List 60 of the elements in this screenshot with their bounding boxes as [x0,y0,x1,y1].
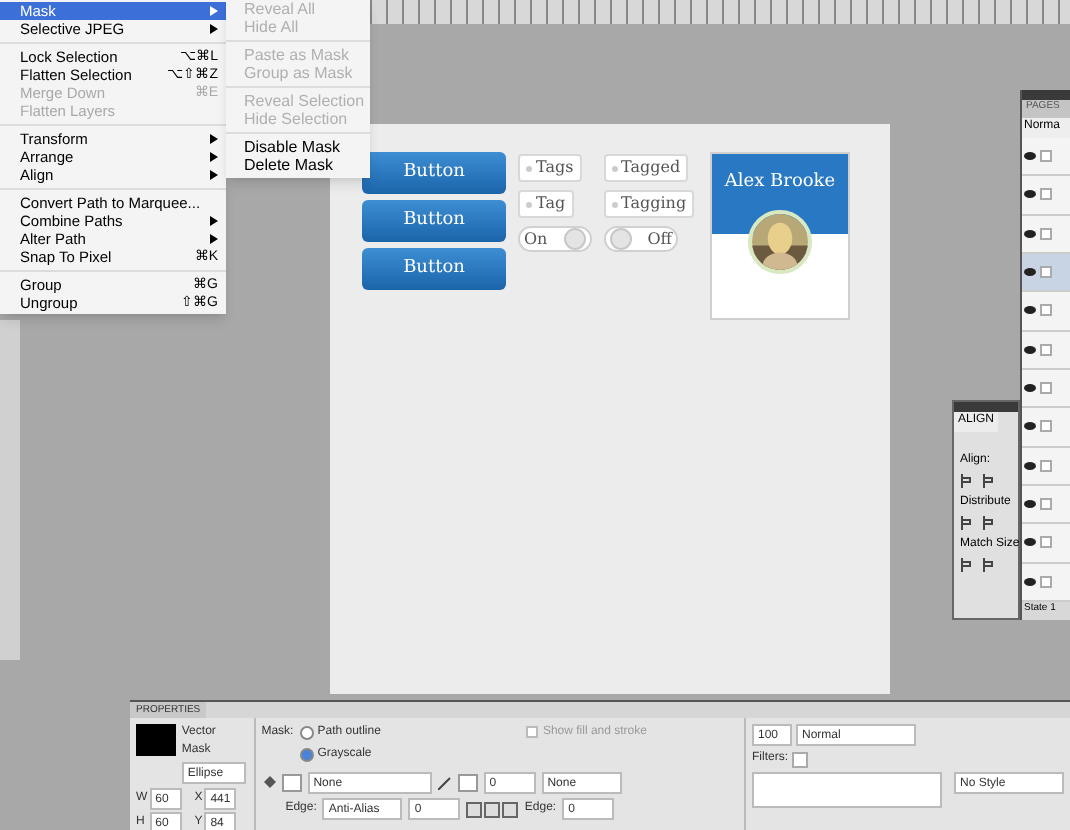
page-row[interactable] [1022,331,1070,370]
eye-icon [1024,345,1036,354]
tag[interactable]: Tag [518,190,574,218]
page-row[interactable] [1022,369,1070,409]
align-icon[interactable] [982,558,996,572]
page-row[interactable] [1022,408,1070,448]
button[interactable]: Button [362,248,506,290]
eye-icon [1024,500,1036,509]
toggle-switch[interactable]: Off [604,226,678,252]
checkbox-icon [1040,382,1052,395]
checkbox-icon [1040,536,1052,549]
eye-icon [1024,461,1036,470]
page-row[interactable] [1022,176,1070,216]
bucket-icon [261,776,276,790]
checkbox-icon [1040,498,1052,511]
tag[interactable]: Tags [518,154,582,182]
page-row[interactable] [1022,292,1070,332]
page-row[interactable] [1022,524,1070,564]
tag[interactable]: Tagging [603,190,695,218]
checkbox-icon [1040,343,1052,356]
eye-icon [1024,384,1036,393]
page-row[interactable] [1022,563,1070,602]
eye-icon [1024,306,1036,315]
fill-swatch[interactable] [281,774,302,792]
toggle-switch[interactable]: On [518,226,592,252]
eye-icon [1024,422,1036,431]
checkbox-icon [1040,188,1052,201]
align-icon[interactable] [960,516,974,530]
align-icon[interactable] [982,516,996,530]
panel-title-bar [954,402,1018,412]
checkbox-icon [1040,266,1052,279]
checkbox-icon [1040,420,1052,433]
button[interactable]: Button [362,200,506,242]
checkbox-icon [1040,575,1052,588]
align-icon[interactable] [960,474,974,488]
align-icon[interactable] [960,558,974,572]
align-icon[interactable] [982,474,996,488]
checkbox-icon [1040,459,1052,472]
pencil-icon [437,776,452,790]
checkbox-icon [1040,227,1052,240]
eye-icon [1024,190,1036,199]
eye-icon [1024,152,1036,161]
checkbox-icon [1040,150,1052,163]
profile-name: Alex Brooke [724,170,836,196]
eye-icon [1024,229,1036,238]
page-row[interactable] [1022,485,1070,525]
panel-title-bar [1022,90,1070,100]
mask-thumbnail [136,724,176,756]
eye-icon [1024,268,1036,277]
stroke-swatch[interactable] [457,774,478,792]
page-row[interactable] [1022,215,1070,254]
page-row[interactable] [1022,138,1070,177]
menu-item[interactable]: Disable Mask [226,138,370,156]
button[interactable]: Button [362,152,506,194]
page-row[interactable] [1022,253,1070,293]
eye-icon [1024,538,1036,547]
page-row[interactable] [1022,447,1070,486]
checkbox-icon [1040,304,1052,317]
eye-icon [1024,577,1036,586]
tag[interactable]: Tagged [603,154,689,182]
